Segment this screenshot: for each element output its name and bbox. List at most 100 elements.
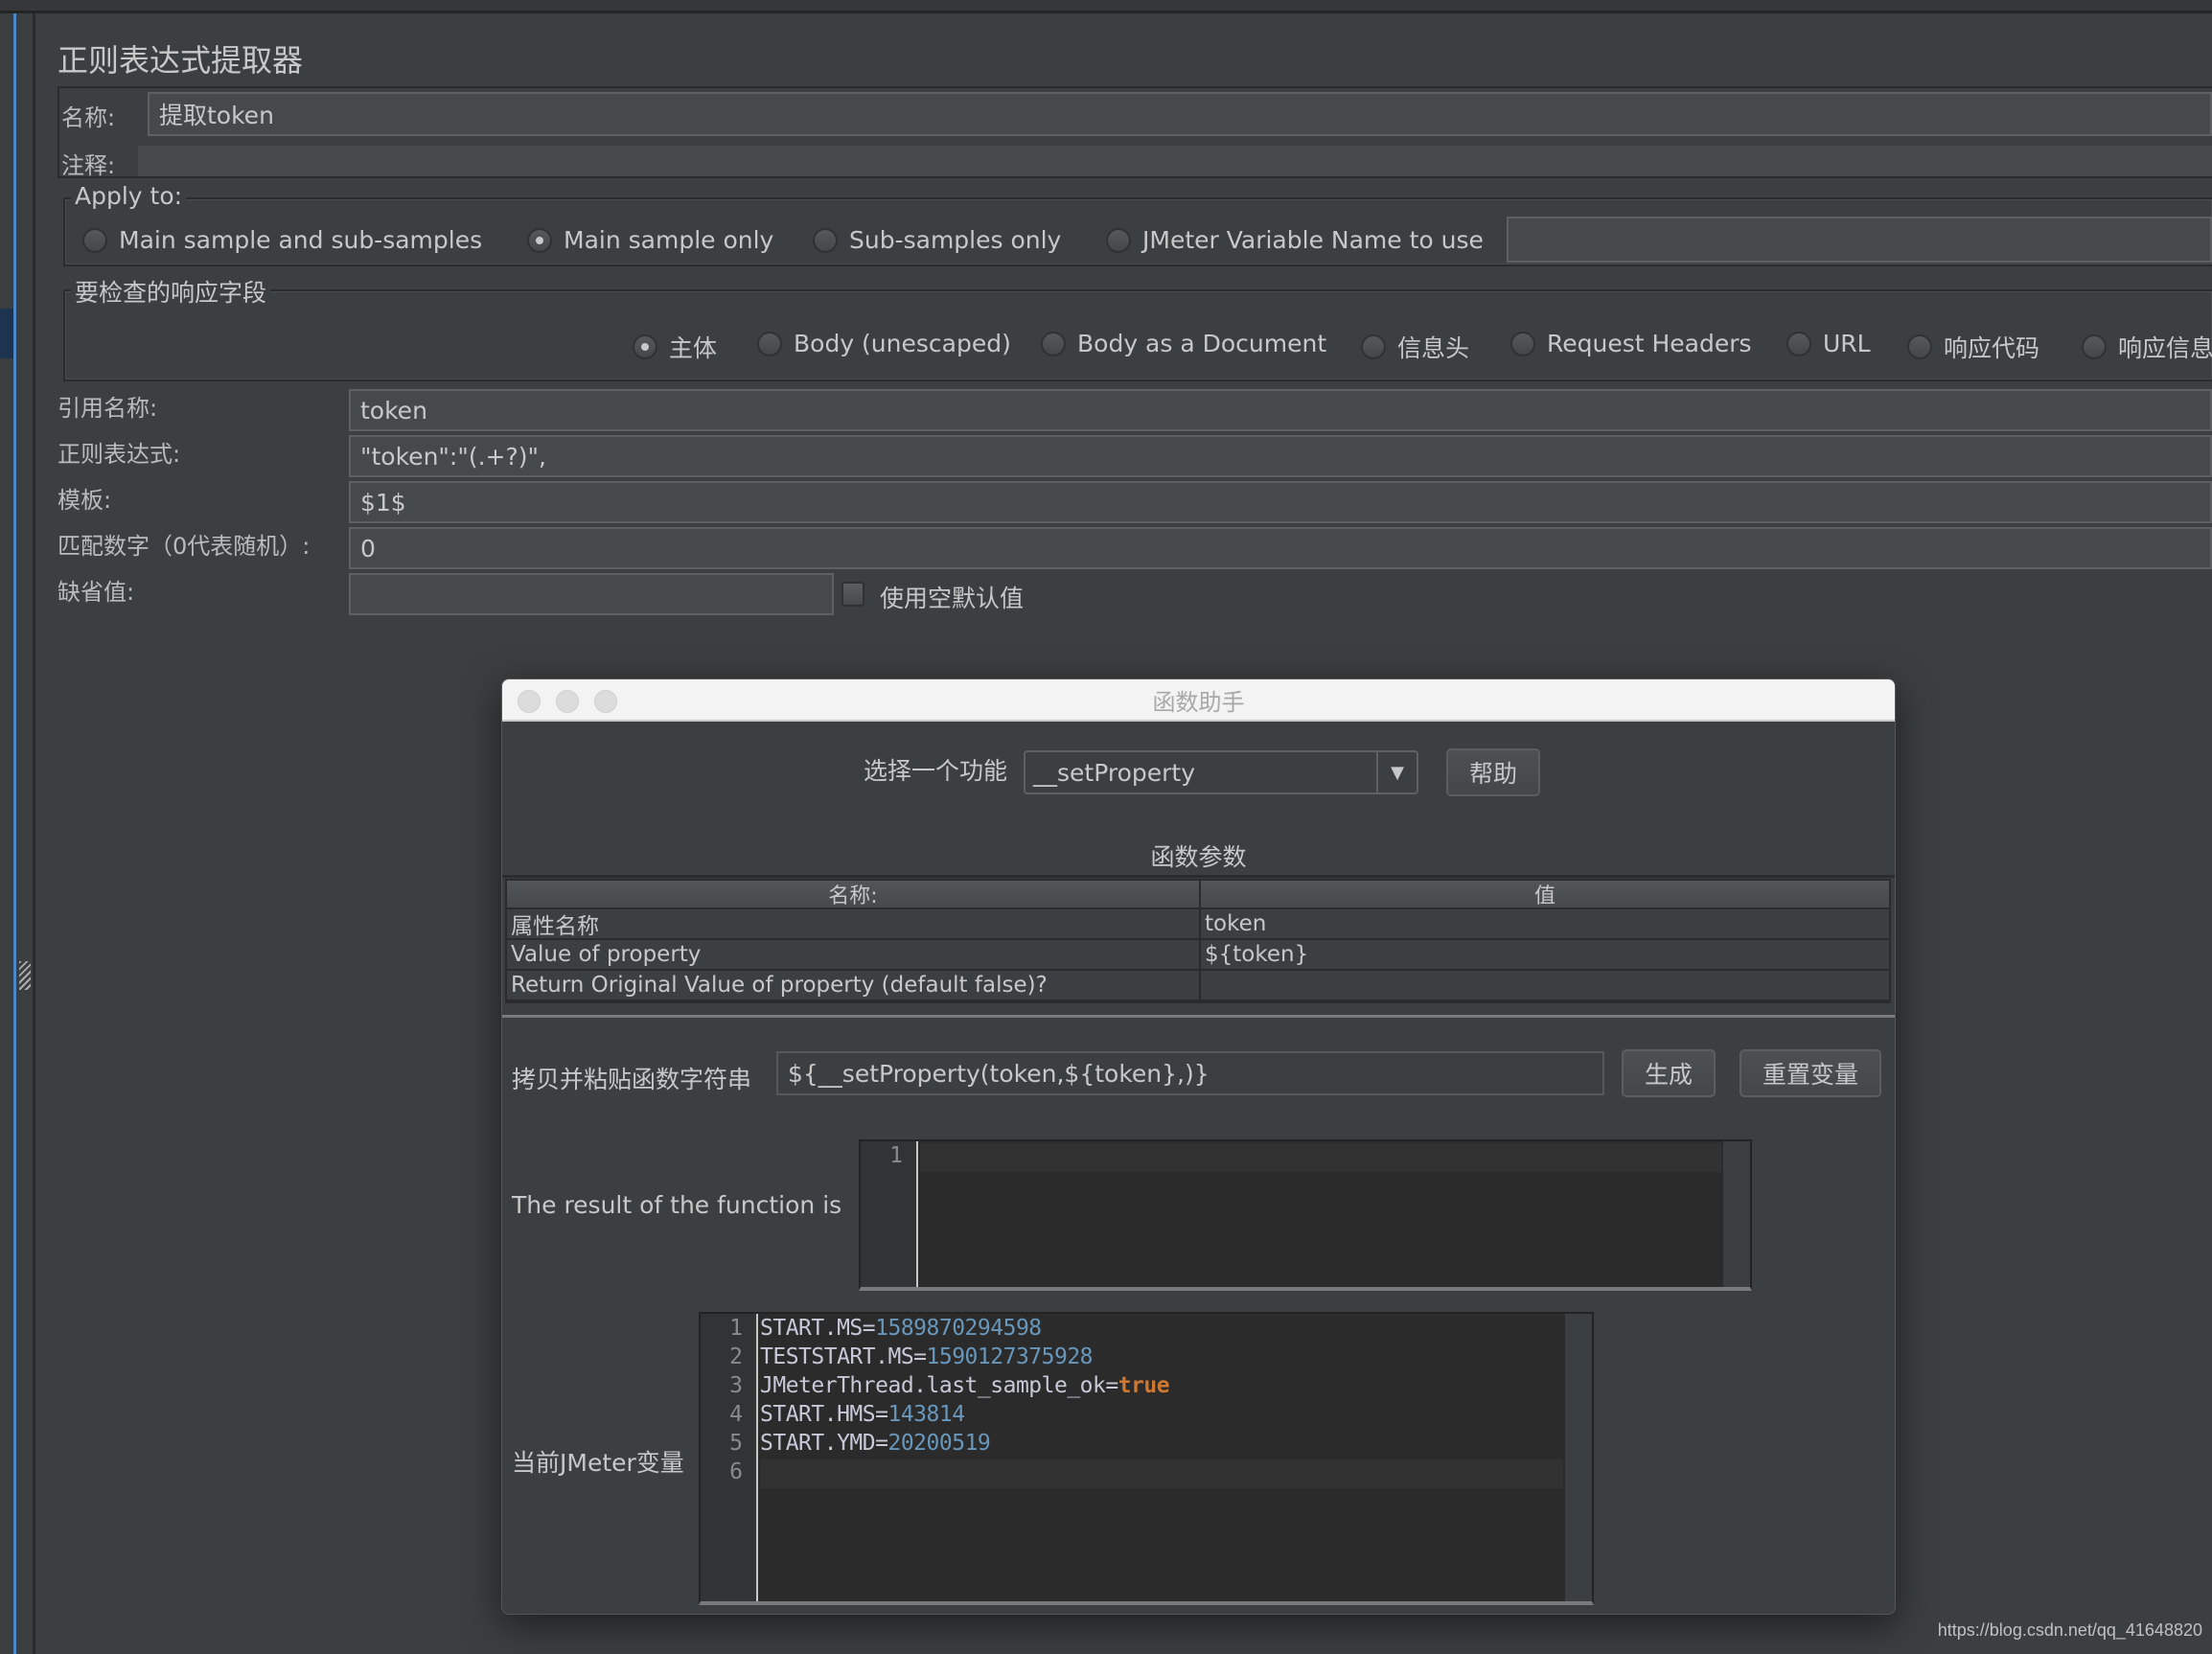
select-function-label: 选择一个功能 (864, 757, 1008, 785)
default-value-label: 缺省值: (58, 579, 135, 606)
test-plan-tree[interactable] (0, 13, 16, 1654)
radio-main-only[interactable]: Main sample only (527, 226, 773, 254)
comment-label: 注释: (61, 152, 116, 179)
function-result-editor[interactable]: 1 (859, 1139, 1752, 1291)
table-header: 名称: 值 (507, 881, 1889, 909)
response-field-legend: 要检查的响应字段 (71, 274, 271, 309)
radio-headers[interactable]: 信息头 (1361, 330, 1469, 364)
radio-icon (757, 331, 782, 356)
radio-url[interactable]: URL (1786, 330, 1871, 357)
divider (502, 1015, 1895, 1018)
match-no-input[interactable]: 0 (349, 527, 2212, 569)
param-name-cell: Return Original Value of property (defau… (507, 971, 1201, 999)
splitter-grip-icon[interactable] (19, 961, 31, 990)
dialog-title: 函数助手 (1152, 688, 1245, 716)
variable-line: TESTSTART.MS=1590127375928 (760, 1344, 1094, 1369)
ref-name-label: 引用名称: (58, 395, 158, 422)
dialog-titlebar[interactable]: 函数助手 (502, 679, 1895, 722)
radio-body-unescaped[interactable]: Body (unescaped) (757, 330, 1011, 357)
empty-default-label: 使用空默认值 (880, 585, 1025, 612)
function-result-label: The result of the function is (512, 1191, 842, 1219)
divider (502, 875, 1895, 878)
current-line-highlight (760, 1459, 1563, 1488)
radio-icon (813, 227, 838, 253)
radio-icon (1041, 331, 1066, 356)
regex-label: 正则表达式: (58, 441, 181, 468)
variable-line: START.HMS=143814 (760, 1402, 965, 1427)
radio-icon (1361, 334, 1386, 359)
panel-title: 正则表达式提取器 (58, 42, 304, 79)
radio-jmeter-variable[interactable]: JMeter Variable Name to use (1106, 226, 1484, 254)
radio-icon (1510, 331, 1535, 356)
name-input[interactable]: 提取token (148, 92, 2212, 136)
radio-response-code[interactable]: 响应代码 (1907, 330, 2039, 364)
radio-icon (82, 227, 107, 253)
radio-icon (1786, 331, 1811, 356)
radio-body-document[interactable]: Body as a Document (1041, 330, 1326, 357)
jmeter-variable-input[interactable] (1507, 217, 2212, 263)
column-header-value[interactable]: 值 (1201, 881, 1889, 907)
watermark: https://blog.csdn.net/qq_41648820 (1937, 1620, 2202, 1640)
line-number: 1 (889, 1143, 903, 1168)
comment-input[interactable] (138, 146, 2212, 176)
function-string-input[interactable]: ${__setProperty(token,${token},)} (776, 1051, 1604, 1095)
minimize-window-icon[interactable] (556, 690, 579, 713)
generate-button[interactable]: 生成 (1622, 1049, 1716, 1097)
window-top-strip (0, 0, 2212, 13)
template-input[interactable]: $1$ (349, 481, 2212, 523)
jmeter-variables-label: 当前JMeter变量 (512, 1449, 684, 1477)
param-value-cell[interactable]: ${token} (1201, 940, 1889, 969)
radio-response-message[interactable]: 响应信息 (2082, 330, 2212, 364)
variable-value: 1589870294598 (875, 1316, 1042, 1341)
line-number: 5 (729, 1431, 743, 1456)
function-params-table: 名称: 值 属性名称 token Value of property ${tok… (505, 879, 1891, 1003)
radio-selected-icon (527, 227, 552, 253)
param-value-cell[interactable]: token (1201, 909, 1889, 938)
variable-line: START.YMD=20200519 (760, 1431, 991, 1456)
empty-default-checkbox[interactable] (841, 582, 864, 607)
current-line-highlight (920, 1143, 1721, 1172)
variable-key: START.MS= (760, 1316, 876, 1341)
variable-value: 20200519 (887, 1431, 991, 1456)
radio-icon (1106, 227, 1131, 253)
table-row[interactable]: Return Original Value of property (defau… (507, 971, 1889, 1001)
variable-value: true (1118, 1373, 1170, 1398)
line-number: 2 (729, 1344, 743, 1369)
param-name-cell: Value of property (507, 940, 1201, 969)
vertical-scrollbar[interactable] (1723, 1141, 1750, 1287)
regex-input[interactable]: "token":"(.+?)", (349, 435, 2212, 477)
vertical-scrollbar[interactable] (1565, 1314, 1592, 1601)
radio-request-headers[interactable]: Request Headers (1510, 330, 1752, 357)
apply-to-legend: Apply to: (71, 182, 187, 210)
default-value-input[interactable] (349, 573, 834, 615)
variable-value: 1590127375928 (926, 1344, 1094, 1369)
chevron-down-icon[interactable]: ▼ (1376, 752, 1417, 793)
function-select[interactable]: __setProperty ▼ (1024, 750, 1418, 794)
zoom-window-icon[interactable] (594, 690, 617, 713)
variable-value: 143814 (887, 1402, 965, 1427)
radio-icon (2082, 334, 2107, 359)
reset-variables-button[interactable]: 重置变量 (1740, 1049, 1881, 1097)
help-button[interactable]: 帮助 (1446, 748, 1540, 796)
column-header-name[interactable]: 名称: (507, 881, 1201, 907)
table-row[interactable]: Value of property ${token} (507, 940, 1889, 971)
split-pane-divider[interactable] (16, 13, 35, 1654)
variable-key: JMeterThread.last_sample_ok= (760, 1373, 1118, 1398)
variable-line: JMeterThread.last_sample_ok=true (760, 1373, 1170, 1398)
radio-body[interactable]: 主体 (633, 330, 717, 364)
name-label: 名称: (61, 104, 116, 131)
jmeter-variables-editor[interactable]: 1 START.MS=1589870294598 2 TESTSTART.MS=159… (699, 1312, 1594, 1605)
ref-name-input[interactable]: token (349, 389, 2212, 431)
radio-main-and-sub[interactable]: Main sample and sub-samples (82, 226, 482, 254)
table-row[interactable]: 属性名称 token (507, 909, 1889, 940)
radio-sub-only[interactable]: Sub-samples only (813, 226, 1061, 254)
radio-selected-icon (633, 334, 657, 359)
param-value-cell[interactable] (1201, 971, 1889, 999)
line-number: 3 (729, 1373, 743, 1398)
function-params-title: 函数参数 (1150, 843, 1247, 871)
function-helper-dialog: 函数助手 选择一个功能 __setProperty ▼ 帮助 函数参数 名称: … (501, 678, 1896, 1615)
function-select-value: __setProperty (1033, 758, 1195, 787)
close-window-icon[interactable] (518, 690, 541, 713)
tree-selected-item[interactable] (0, 309, 13, 358)
match-no-label: 匹配数字（0代表随机）: (58, 533, 311, 560)
